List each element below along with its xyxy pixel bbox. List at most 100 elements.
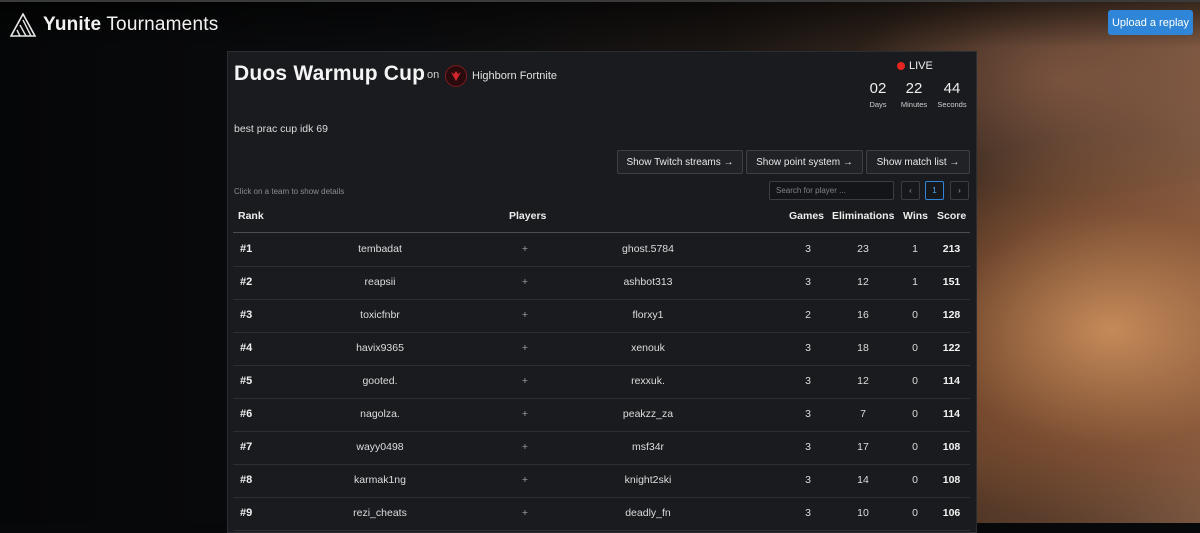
countdown-minutes: 22 Minutes: [894, 80, 934, 109]
plus-icon: +: [521, 342, 529, 354]
plus-icon: +: [521, 375, 529, 387]
eliminations-value: 12: [857, 276, 869, 288]
table-row[interactable]: #5 gooted. + rexxuk. 3 12 0 114: [233, 365, 970, 399]
countdown-value: 44: [943, 80, 961, 97]
player-2-name: msf34r: [631, 441, 665, 453]
wins-value: 1: [912, 243, 918, 255]
upload-replay-button[interactable]: Upload a replay: [1108, 10, 1193, 35]
player-1-name: rezi_cheats: [353, 507, 407, 519]
eliminations-value: 12: [857, 375, 869, 387]
player-2-name: deadly_fn: [625, 507, 671, 519]
table-row[interactable]: #9 rezi_cheats + deadly_fn 3 10 0 106: [233, 497, 970, 531]
plus-icon: +: [521, 276, 529, 288]
games-value: 3: [805, 243, 811, 255]
tournament-description: best prac cup idk 69: [234, 123, 328, 135]
player-1-name: tembadat: [358, 243, 402, 255]
games-value: 3: [805, 276, 811, 288]
table-hint: Click on a team to show details: [234, 187, 345, 196]
player-search-input[interactable]: [769, 181, 894, 200]
player-2-name: florxy1: [632, 309, 664, 321]
header-eliminations: Eliminations: [832, 210, 895, 222]
player-1-name: karmak1ng: [354, 474, 406, 486]
countdown-seconds: 44 Seconds: [932, 80, 972, 109]
org-link[interactable]: Highborn Fortnite: [445, 65, 557, 87]
games-value: 3: [805, 474, 811, 486]
live-dot-icon: [897, 62, 905, 70]
plus-icon: +: [521, 309, 529, 321]
eliminations-value: 7: [860, 408, 866, 420]
games-value: 3: [805, 507, 811, 519]
header-score: Score: [937, 210, 967, 222]
header-wins: Wins: [903, 210, 928, 222]
table-row[interactable]: #3 toxicfnbr + florxy1 2 16 0 128: [233, 299, 970, 333]
score-value: 108: [942, 441, 961, 453]
score-value: 106: [942, 507, 961, 519]
table-row[interactable]: #8 karmak1ng + knight2ski 3 14 0 108: [233, 464, 970, 498]
player-2-name: xenouk: [631, 342, 665, 354]
brand-link[interactable]: Yunite Tournaments: [10, 13, 218, 37]
wins-value: 0: [912, 309, 918, 321]
top-navbar: Yunite Tournaments Upload a replay: [0, 0, 1200, 48]
score-value: 114: [943, 375, 960, 387]
header-rank: Rank: [238, 210, 264, 222]
table-row[interactable]: #1 tembadat + ghost.5784 3 23 1 213: [233, 233, 970, 267]
wins-value: 0: [912, 408, 918, 420]
show-point-system-button[interactable]: Show point system →: [746, 150, 863, 174]
player-1-name: reapsii: [364, 276, 396, 288]
eliminations-value: 10: [857, 507, 869, 519]
player-1-name: nagolza.: [360, 408, 400, 420]
page-1-button[interactable]: 1: [925, 181, 944, 200]
games-value: 3: [805, 375, 811, 387]
next-page-button[interactable]: ›: [950, 181, 969, 200]
countdown-label: Minutes: [900, 100, 928, 109]
team-rank: #8: [240, 474, 253, 486]
player-1-name: wayy0498: [356, 441, 404, 453]
player-1-name: toxicfnbr: [360, 309, 400, 321]
prev-page-button[interactable]: ‹: [901, 181, 920, 200]
team-rank: #4: [240, 342, 253, 354]
games-value: 3: [805, 441, 811, 453]
games-value: 2: [805, 309, 811, 321]
score-value: 108: [942, 474, 961, 486]
countdown-days: 02 Days: [858, 80, 898, 109]
plus-icon: +: [521, 474, 529, 486]
score-value: 114: [943, 408, 960, 420]
team-rank: #7: [240, 441, 253, 453]
countdown-timer: 02 Days 22 Minutes 44 Seconds: [860, 80, 974, 114]
tournament-panel: Duos Warmup Cup on Highborn Fortnite LIV…: [227, 51, 977, 533]
player-1-name: havix9365: [356, 342, 404, 354]
live-indicator: LIVE: [897, 60, 933, 72]
on-label: on: [427, 69, 440, 81]
team-rank: #2: [240, 276, 253, 288]
live-label: LIVE: [909, 60, 933, 72]
player-2-name: peakzz_za: [622, 408, 674, 420]
plus-icon: +: [521, 408, 529, 420]
org-name: Highborn Fortnite: [472, 70, 557, 82]
score-value: 151: [942, 276, 961, 288]
games-value: 3: [805, 408, 811, 420]
plus-icon: +: [521, 243, 529, 255]
header-games: Games: [789, 210, 825, 222]
countdown-label: Days: [869, 100, 887, 109]
table-row[interactable]: #6 nagolza. + peakzz_za 3 7 0 114: [233, 398, 970, 432]
score-value: 128: [942, 309, 961, 321]
wins-value: 0: [912, 375, 918, 387]
score-value: 122: [942, 342, 961, 354]
wins-value: 1: [912, 276, 918, 288]
team-rank: #9: [240, 507, 253, 519]
player-2-name: knight2ski: [624, 474, 672, 486]
player-2-name: ghost.5784: [622, 243, 674, 255]
table-row[interactable]: #2 reapsii + ashbot313 3 12 1 151: [233, 266, 970, 300]
table-row[interactable]: #4 havix9365 + xenouk 3 18 0 122: [233, 332, 970, 366]
eliminations-value: 18: [857, 342, 869, 354]
team-rank: #5: [240, 375, 253, 387]
yunite-logo-icon: [10, 13, 36, 37]
wins-value: 0: [912, 474, 918, 486]
team-rank: #1: [240, 243, 253, 255]
show-match-list-button[interactable]: Show match list →: [866, 150, 970, 174]
table-row[interactable]: #7 wayy0498 + msf34r 3 17 0 108: [233, 431, 970, 465]
header-players: Players: [509, 210, 547, 222]
eliminations-value: 17: [857, 441, 869, 453]
wins-value: 0: [912, 507, 918, 519]
show-twitch-streams-button[interactable]: Show Twitch streams →: [617, 150, 743, 174]
